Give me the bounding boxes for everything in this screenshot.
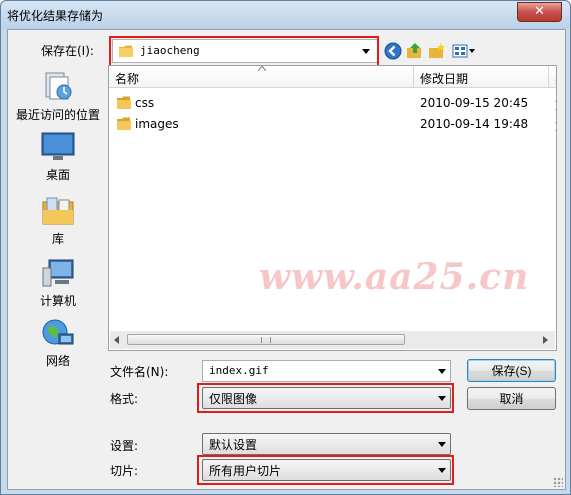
save-dialog: 将优化结果存储为 ✕ 保存在(I): jiaocheng 最近访问的位置 桌面 …	[0, 0, 571, 495]
network-icon	[42, 319, 74, 345]
libraries-icon	[42, 197, 74, 225]
resize-grip[interactable]	[553, 477, 563, 487]
scroll-right-icon[interactable]	[543, 336, 549, 344]
column-header-type[interactable]: 类	[549, 66, 556, 88]
column-header-date[interactable]: 修改日期	[414, 66, 549, 88]
scrollbar-grip	[261, 337, 271, 343]
format-label: 格式:	[110, 392, 139, 406]
computer-icon	[42, 259, 74, 287]
column-header-name[interactable]: 名称	[109, 66, 414, 88]
cancel-button[interactable]: 取消	[467, 387, 556, 410]
slices-highlight	[197, 455, 454, 485]
close-button[interactable]: ✕	[517, 2, 562, 22]
place-libraries[interactable]: 库	[8, 196, 108, 247]
file-date: 2010-09-15 20:45	[420, 96, 529, 110]
dialog-body: 保存在(I): jiaocheng 最近访问的位置 桌面 库 计算机 网络 名称…	[7, 29, 566, 490]
settings-label: 设置:	[110, 439, 139, 453]
save-in-label: 保存在(I):	[41, 44, 94, 58]
file-date: 2010-09-14 19:48	[420, 117, 529, 131]
file-name: css	[135, 96, 155, 110]
place-label-network: 网络	[45, 354, 70, 368]
scroll-left-icon[interactable]	[114, 336, 120, 344]
recent-places-icon	[45, 72, 72, 100]
format-highlight	[197, 383, 454, 413]
file-type: 文	[555, 117, 556, 134]
title-bar[interactable]: 将优化结果存储为 ✕	[1, 1, 570, 29]
chevron-down-icon	[438, 442, 446, 447]
desktop-icon	[41, 132, 75, 160]
scrollbar-thumb[interactable]	[127, 334, 405, 345]
window-title: 将优化结果存储为	[7, 9, 104, 23]
place-computer[interactable]: 计算机	[8, 258, 108, 309]
filename-label: 文件名(N):	[110, 365, 169, 379]
list-item[interactable]: images 2010-09-14 19:48 文	[109, 114, 556, 134]
save-button[interactable]: 保存(S)	[467, 359, 556, 382]
sort-chevron-icon	[258, 66, 266, 71]
place-label-computer: 计算机	[39, 294, 76, 308]
filename-input[interactable]: index.gif	[202, 360, 451, 382]
location-highlight	[109, 36, 379, 67]
places-bar: 最近访问的位置 桌面 库 计算机 网络	[8, 65, 108, 368]
file-list[interactable]: 名称 修改日期 类 css 2010-09-15 20:45 文	[108, 65, 557, 351]
chevron-down-icon[interactable]	[438, 369, 446, 374]
place-label-recent: 最近访问的位置	[15, 108, 100, 122]
place-label-desktop: 桌面	[45, 168, 70, 182]
view-menu-icon[interactable]	[452, 42, 476, 60]
file-type: 文	[555, 96, 556, 113]
settings-select[interactable]: 默认设置	[202, 433, 451, 455]
horizontal-scrollbar[interactable]	[110, 331, 555, 349]
watermark: www.aa25.cn	[259, 256, 530, 298]
place-recent[interactable]: 最近访问的位置	[8, 70, 108, 123]
list-item[interactable]: css 2010-09-15 20:45 文	[109, 93, 556, 113]
new-folder-icon[interactable]	[428, 42, 446, 60]
back-icon[interactable]	[384, 42, 402, 60]
folder-icon	[117, 96, 131, 109]
file-name: images	[135, 117, 179, 131]
place-desktop[interactable]: 桌面	[8, 132, 108, 183]
folder-icon	[117, 117, 131, 130]
place-label-libraries: 库	[51, 232, 64, 246]
slices-label: 切片:	[110, 464, 139, 478]
up-folder-icon[interactable]	[406, 42, 424, 60]
place-network[interactable]: 网络	[8, 318, 108, 369]
